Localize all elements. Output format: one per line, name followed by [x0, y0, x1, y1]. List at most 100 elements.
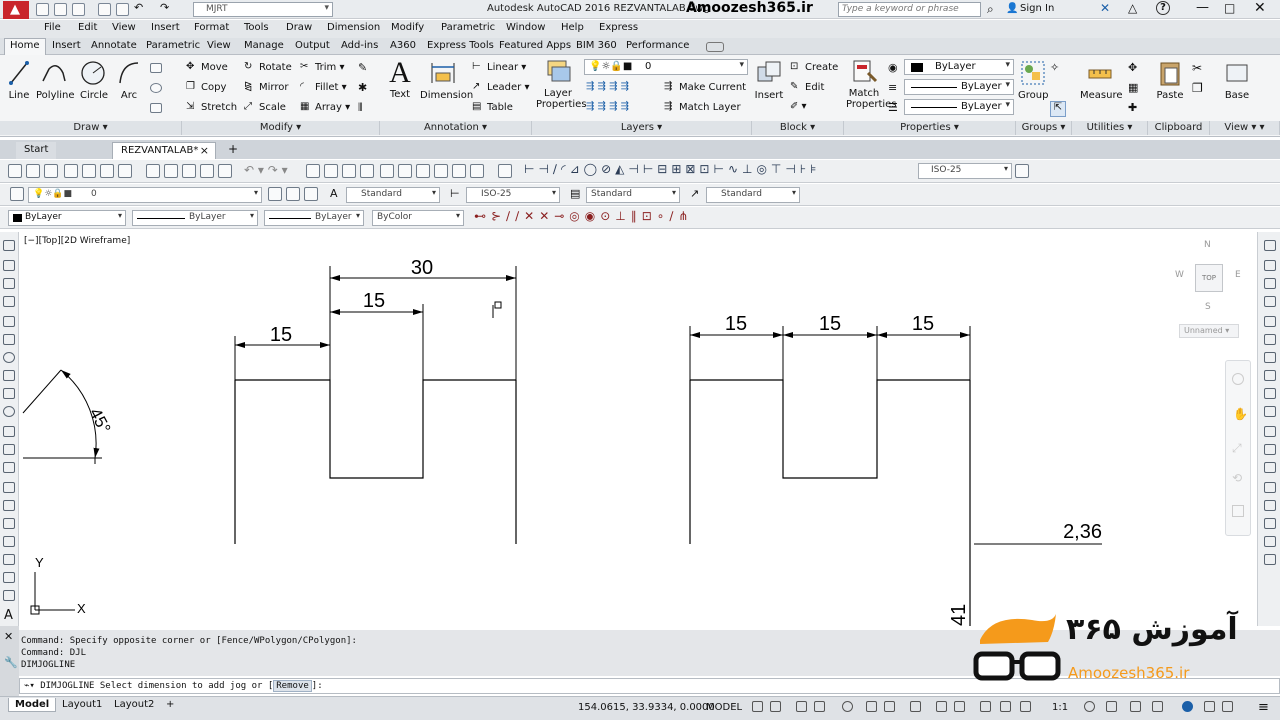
snap-icon[interactable] — [770, 701, 781, 712]
preview-tb-icon[interactable] — [82, 164, 96, 178]
blockeditor-tb-icon[interactable] — [218, 164, 232, 178]
paste-button[interactable]: Paste — [1154, 59, 1186, 101]
chamfer-tool-icon[interactable] — [1264, 482, 1276, 493]
layer-tb-combo[interactable]: 💡☼🔒■ 0 — [28, 187, 262, 203]
annotation-monitor-icon[interactable] — [1106, 701, 1117, 712]
a360-icon[interactable]: △ — [1128, 1, 1137, 15]
layer-state-icon[interactable] — [304, 187, 318, 201]
close-tab-icon[interactable]: × — [200, 144, 209, 157]
mirror-button[interactable]: ⧎ Mirror — [244, 81, 288, 93]
tab-home[interactable]: Home — [4, 38, 46, 55]
properties-tb-icon[interactable] — [380, 164, 394, 178]
tab-start[interactable]: Start — [16, 142, 57, 159]
tab-performance[interactable]: Performance — [626, 40, 689, 51]
menu-tools[interactable]: Tools — [244, 22, 269, 33]
menu-view[interactable]: View — [112, 22, 136, 33]
color-tb-combo[interactable]: ByLayer — [8, 210, 126, 226]
zoom-extents-nav-icon[interactable]: ⤢ — [1232, 441, 1242, 456]
utilities-panel-title[interactable]: Utilities ▾ — [1072, 121, 1148, 135]
move-button[interactable]: ✥ Move — [186, 61, 228, 73]
stretch-button[interactable]: ⇲ Stretch — [186, 101, 237, 113]
dim-text-15-c[interactable]: 15 — [912, 313, 934, 335]
lineweight-combo[interactable]: ByLayer — [904, 99, 1014, 115]
offset-icon[interactable]: ⫴ — [358, 101, 363, 115]
tab-file[interactable]: REZVANTALAB* × — [112, 142, 216, 159]
menu-dimension[interactable]: Dimension — [327, 22, 380, 33]
hatch-tool-icon[interactable] — [3, 500, 15, 511]
polyline-tool-icon[interactable] — [3, 278, 15, 289]
object-snap-toolbar-icons[interactable]: ⊷⊱∕∕✕✕⊸◎◉⊙⊥∥⊡∘∕⋔ — [474, 209, 693, 223]
quick-select-icon[interactable]: ✥ — [1128, 61, 1137, 74]
dim-style-manager-icon[interactable] — [1015, 164, 1029, 178]
osnap-tracking-icon[interactable] — [866, 701, 877, 712]
menu-file[interactable]: File — [44, 22, 61, 33]
menu-edit[interactable]: Edit — [78, 22, 97, 33]
circle-button[interactable]: Circle — [80, 59, 108, 101]
linetype-combo[interactable]: ByLayer — [904, 79, 1014, 95]
create-block-button[interactable]: ⊡ Create — [790, 61, 838, 73]
save-icon[interactable] — [72, 3, 85, 16]
coordinates-readout[interactable]: 154.0615, 33.9334, 0.0000 — [572, 701, 721, 714]
search-input[interactable]: Type a keyword or phrase — [838, 2, 981, 17]
menu-insert[interactable]: Insert — [151, 22, 180, 33]
help-button[interactable]: ? — [1156, 1, 1170, 15]
group-select-icon[interactable]: ⇱ — [1050, 101, 1066, 117]
trim-tool-icon[interactable] — [1264, 406, 1276, 417]
linear-button[interactable]: ⊢ Linear ▾ — [472, 61, 526, 73]
revcloud-tool-icon[interactable] — [3, 370, 15, 381]
pan-tb-icon[interactable] — [306, 164, 320, 178]
break-tool-icon[interactable] — [1264, 444, 1276, 455]
fillet-button[interactable]: ◜ Fillet ▾ — [300, 81, 347, 93]
tab-parametric[interactable]: Parametric — [146, 40, 200, 51]
tab-layout1[interactable]: Layout1 — [56, 698, 108, 711]
block-attribute-icon[interactable]: ✐ ▾ — [790, 101, 807, 112]
exchange-icon[interactable]: ✕ — [1100, 1, 1110, 15]
move-tool-icon[interactable] — [1264, 334, 1276, 345]
block-panel-title[interactable]: Block ▾ — [752, 121, 844, 135]
copy-tool-icon[interactable] — [1264, 260, 1276, 271]
extend-tool-icon[interactable] — [1264, 426, 1276, 437]
tab-insert[interactable]: Insert — [52, 40, 81, 51]
dimension-toolbar-icons[interactable]: ⊢⊣∕◜⊿◯⊘◭⊣⊢⊟⊞⊠⊡⊢∿⊥◎⊤⊣⊦⊧ — [524, 162, 820, 176]
saveas-icon[interactable] — [98, 3, 111, 16]
menu-parametric[interactable]: Parametric — [441, 22, 495, 33]
customize-command-icon[interactable]: 🔧 — [4, 656, 18, 669]
help-tb-icon[interactable] — [498, 164, 512, 178]
group-button[interactable]: Group — [1018, 59, 1048, 101]
cut-icon[interactable]: ✂ — [1192, 61, 1202, 75]
zoom-realtime-tb-icon[interactable] — [324, 164, 338, 178]
line-button[interactable]: Line — [8, 59, 30, 101]
workspace-combo[interactable]: MJRT ▾ — [193, 2, 333, 17]
workspace-switch-icon[interactable] — [1084, 701, 1095, 712]
ucs-menu[interactable]: Unnamed ▾ — [1179, 324, 1239, 338]
plot-tb-icon[interactable] — [64, 164, 78, 178]
construction-line-tool-icon[interactable] — [3, 260, 15, 271]
minimize-icon[interactable]: — — [1196, 0, 1209, 15]
layers-panel-title[interactable]: Layers ▾ — [532, 121, 752, 135]
match-layer-button[interactable]: ⇶ Match Layer — [664, 101, 741, 113]
command-grip[interactable]: ✕ 🔧 — [0, 626, 19, 696]
table-button[interactable]: ▤ Table — [472, 101, 513, 113]
dim-text-15-left[interactable]: 15 — [270, 324, 292, 346]
ortho-icon[interactable] — [796, 701, 807, 712]
layer-previous-icon[interactable] — [286, 187, 300, 201]
make-current-button[interactable]: ⇶ Make Current — [664, 81, 746, 93]
orbit-nav-icon[interactable]: ⟲ — [1232, 471, 1242, 485]
leader-button[interactable]: ↗ Leader ▾ — [472, 81, 530, 93]
quickcalc-tb-icon[interactable] — [470, 164, 484, 178]
save-tb-icon[interactable] — [44, 164, 58, 178]
spline-tool-icon[interactable] — [3, 388, 15, 399]
scale-tool-icon[interactable] — [1264, 370, 1276, 381]
array-button[interactable]: ▦ Array ▾ — [300, 101, 350, 113]
circle-tool-icon[interactable] — [3, 352, 15, 363]
draw-panel-title[interactable]: Draw ▾ — [0, 121, 182, 135]
layer-combo[interactable]: 💡☼🔒■ 0 — [584, 59, 748, 75]
measure-button[interactable]: Measure — [1080, 59, 1123, 101]
copy-clip-icon[interactable]: ❐ — [1192, 81, 1203, 95]
grid-icon[interactable] — [752, 701, 763, 712]
erase-icon[interactable]: ✎ — [358, 61, 367, 74]
arc-tool-icon[interactable] — [3, 334, 15, 345]
maximize-icon[interactable]: □ — [1224, 1, 1235, 15]
zoom-previous-tb-icon[interactable] — [360, 164, 374, 178]
dimension-button[interactable]: Dimension — [420, 59, 473, 101]
